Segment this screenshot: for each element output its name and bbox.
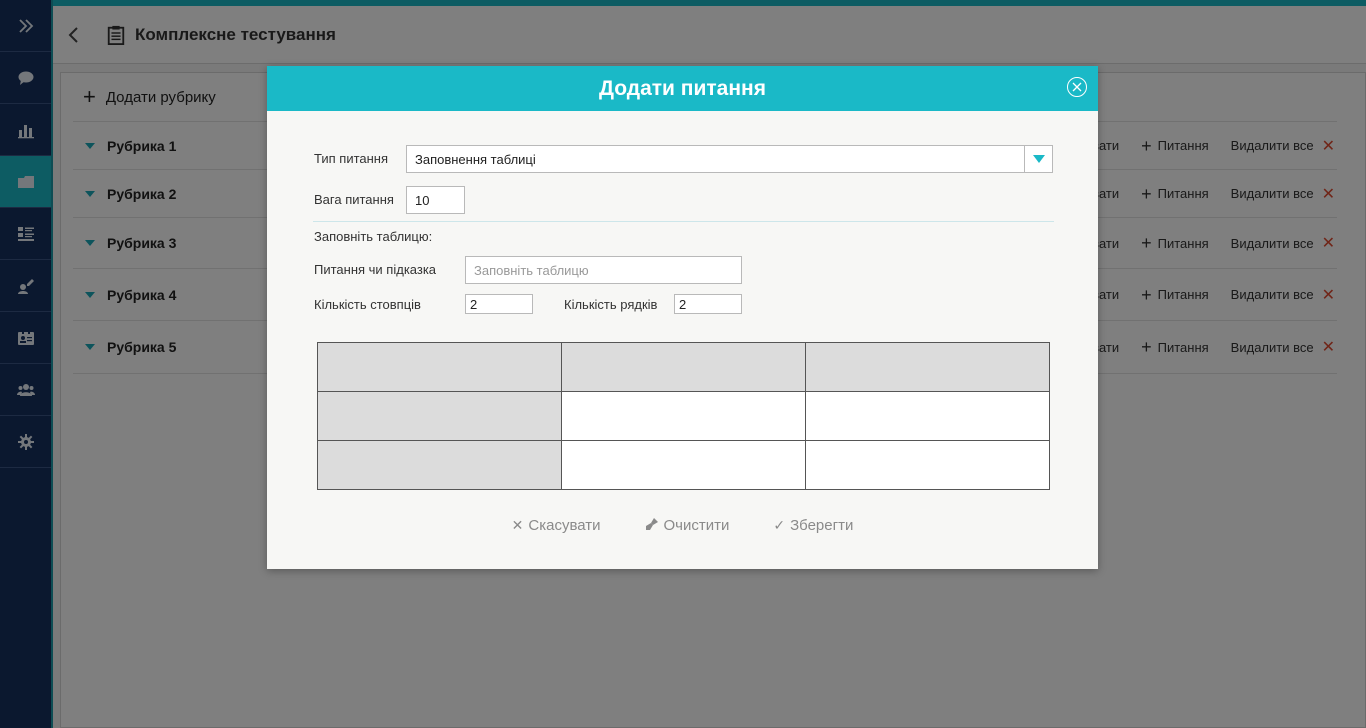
- prompt-label: Питання чи підказка: [314, 262, 437, 277]
- dropdown-toggle[interactable]: [1024, 146, 1052, 172]
- table-row: [317, 391, 1050, 441]
- check-icon: ✓: [773, 517, 786, 533]
- question-weight-label: Вага питання: [314, 192, 394, 207]
- table-cell[interactable]: [561, 440, 806, 490]
- table-cell[interactable]: [561, 342, 806, 392]
- caret-down-icon: [1032, 155, 1045, 163]
- close-icon: ✕: [511, 517, 524, 533]
- columns-count-input[interactable]: 2: [465, 294, 533, 314]
- clear-button[interactable]: Очистити: [645, 517, 730, 534]
- save-label: Зберегти: [790, 517, 854, 534]
- answer-table: [317, 342, 1050, 490]
- question-type-value: Заповнення таблиці: [415, 151, 536, 167]
- question-type-label: Тип питання: [314, 151, 389, 166]
- table-header-row: [317, 342, 1050, 392]
- dialog-footer: ✕ Скасувати Очистити ✓ Зберегти: [267, 517, 1098, 534]
- table-row: [317, 440, 1050, 490]
- rows-count-input[interactable]: 2: [674, 294, 742, 314]
- save-button[interactable]: ✓ Зберегти: [773, 517, 853, 534]
- divider: [313, 221, 1054, 222]
- table-cell[interactable]: [805, 440, 1050, 490]
- table-cell[interactable]: [317, 342, 562, 392]
- table-cell[interactable]: [805, 391, 1050, 441]
- columns-count-label: Кількість стовпців: [314, 297, 421, 312]
- table-cell[interactable]: [805, 342, 1050, 392]
- question-type-select[interactable]: Заповнення таблиці: [406, 145, 1053, 173]
- close-icon: [1072, 82, 1082, 92]
- prompt-input[interactable]: Заповніть таблицю: [465, 256, 742, 284]
- dialog-header: Додати питання: [267, 66, 1098, 111]
- cancel-label: Скасувати: [528, 517, 601, 534]
- fill-table-heading: Заповніть таблицю:: [314, 229, 433, 244]
- clear-label: Очистити: [663, 517, 730, 534]
- question-weight-input[interactable]: 10: [406, 186, 465, 214]
- dialog-title: Додати питання: [599, 76, 766, 100]
- table-cell[interactable]: [317, 391, 562, 441]
- cancel-button[interactable]: ✕ Скасувати: [512, 517, 601, 534]
- close-dialog-button[interactable]: [1067, 77, 1087, 97]
- table-cell[interactable]: [317, 440, 562, 490]
- rows-count-label: Кількість рядків: [564, 297, 658, 312]
- add-question-dialog: Додати питання Тип питання Заповнення та…: [267, 66, 1098, 569]
- broom-icon: [645, 517, 659, 534]
- table-cell[interactable]: [561, 391, 806, 441]
